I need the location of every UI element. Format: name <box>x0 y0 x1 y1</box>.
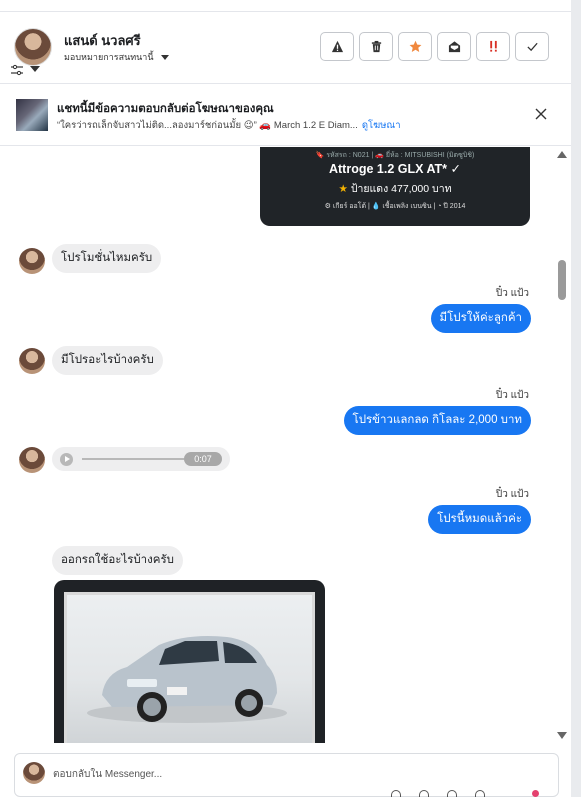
reply-input[interactable] <box>53 766 513 782</box>
sender-name: ปิ๋ว แป้ว <box>495 288 529 299</box>
sender-name: ปิ๋ว แป้ว <box>495 489 529 500</box>
car-price: ★ ป้ายแดง 477,000 บาท <box>260 180 530 197</box>
audio-progress-track[interactable] <box>82 458 184 460</box>
reply-composer <box>14 753 559 797</box>
voice-message: 0:07 <box>52 447 230 471</box>
contact-avatar[interactable] <box>14 28 52 66</box>
tool-icon[interactable] <box>391 790 401 797</box>
image-message[interactable] <box>54 580 325 743</box>
star-icon: ★ <box>338 183 348 195</box>
ad-thumbnail[interactable] <box>16 99 48 131</box>
scroll-up-arrow-icon[interactable] <box>557 151 567 158</box>
spam-icon <box>489 40 497 52</box>
outgoing-message[interactable]: โปรนี้หมดแล้วค่ะ <box>428 505 531 534</box>
star-icon <box>409 40 421 52</box>
play-icon[interactable] <box>60 453 73 466</box>
star-button[interactable] <box>398 32 432 61</box>
filter-icon[interactable] <box>11 64 23 76</box>
car-photo <box>64 592 315 743</box>
spam-button[interactable] <box>476 32 510 61</box>
ad-caption: “ใครว่ารถเล็กจับสาวไม่ติด...ลองมาร์ชก่อน… <box>57 120 358 131</box>
car-model: Attroge 1.2 GLX AT* ✓ <box>328 162 461 176</box>
tool-icon[interactable] <box>475 790 485 797</box>
assign-conversation-dropdown[interactable]: มอบหมายการสนทนานี้ <box>64 50 169 64</box>
right-rail <box>571 0 581 797</box>
tool-icon[interactable] <box>419 790 429 797</box>
top-strip <box>0 0 571 12</box>
car-price-text: ป้ายแดง 477,000 บาท <box>350 183 452 195</box>
car-specs: ⚙ เกียร์ ออโต้ | 💧 เชื้อเพลิง เบนซิน | ◔… <box>324 203 466 210</box>
check-icon <box>526 42 538 52</box>
car-meta: 🔖 รหัสรถ : N021 | 🚗 ยี่ห้อ : MITSUBISHI … <box>315 152 475 159</box>
avatar[interactable] <box>19 248 45 274</box>
done-button[interactable] <box>515 32 549 61</box>
chevron-down-icon[interactable] <box>30 66 40 72</box>
scrollbar-thumb[interactable] <box>558 260 566 300</box>
warning-icon <box>331 40 343 53</box>
incoming-message[interactable]: โปรโมชั่นไหมครับ <box>52 244 162 273</box>
message-thread: 🔖 รหัสรถ : N021 | 🚗 ยี่ห้อ : MITSUBISHI … <box>0 147 571 743</box>
report-button[interactable] <box>320 32 354 61</box>
header-actions <box>320 32 549 61</box>
close-icon[interactable] <box>533 106 549 122</box>
delete-button[interactable] <box>359 32 393 61</box>
incoming-message[interactable]: มีโปรอะไรบ้างครับ <box>52 346 163 375</box>
audio-duration: 0:07 <box>184 452 222 466</box>
car-info-card[interactable]: 🔖 รหัสรถ : N021 | 🚗 ยี่ห้อ : MITSUBISHI … <box>260 147 530 226</box>
mark-unread-button[interactable] <box>437 32 471 61</box>
page-avatar <box>23 762 45 784</box>
scrollbar[interactable] <box>555 147 569 743</box>
car-illustration <box>87 636 287 723</box>
banner-title: แชทนี้มีข้อความตอบกลับต่อโฆษณาของคุณ <box>57 103 274 115</box>
outgoing-message[interactable]: โปรข้าวแลกลด กิโลละ 2,000 บาท <box>343 406 531 435</box>
incoming-message[interactable]: ออกรถใช้อะไรบ้างครับ <box>52 546 183 575</box>
assign-label: มอบหมายการสนทนานี้ <box>64 52 154 62</box>
inbox-conversation-panel: แสนด์ นวลศรี มอบหมายการสนทนานี้ แชทนี้มี… <box>0 0 581 797</box>
banner-subtitle: “ใครว่ารถเล็กจับสาวไม่ติด...ลองมาร์ชก่อน… <box>57 118 401 133</box>
notification-dot <box>532 790 539 797</box>
sender-name: ปิ๋ว แป้ว <box>495 390 529 401</box>
contact-name: แสนด์ นวลศรี <box>64 33 141 48</box>
scroll-down-arrow-icon[interactable] <box>557 732 567 739</box>
composer-toolbar <box>391 790 485 797</box>
avatar[interactable] <box>19 447 45 473</box>
avatar[interactable] <box>19 348 45 374</box>
envelope-open-icon <box>448 41 460 53</box>
ad-reply-banner: แชทนี้มีข้อความตอบกลับต่อโฆษณาของคุณ “ใค… <box>0 84 571 146</box>
trash-icon <box>371 40 381 53</box>
tool-icon[interactable] <box>447 790 457 797</box>
view-ad-link[interactable]: ดูโฆษณา <box>362 120 401 131</box>
chevron-down-icon <box>160 54 169 60</box>
conversation-header: แสนด์ นวลศรี มอบหมายการสนทนานี้ <box>0 12 571 84</box>
outgoing-message[interactable]: มีโปรให้ค่ะลูกค้า <box>430 304 531 333</box>
